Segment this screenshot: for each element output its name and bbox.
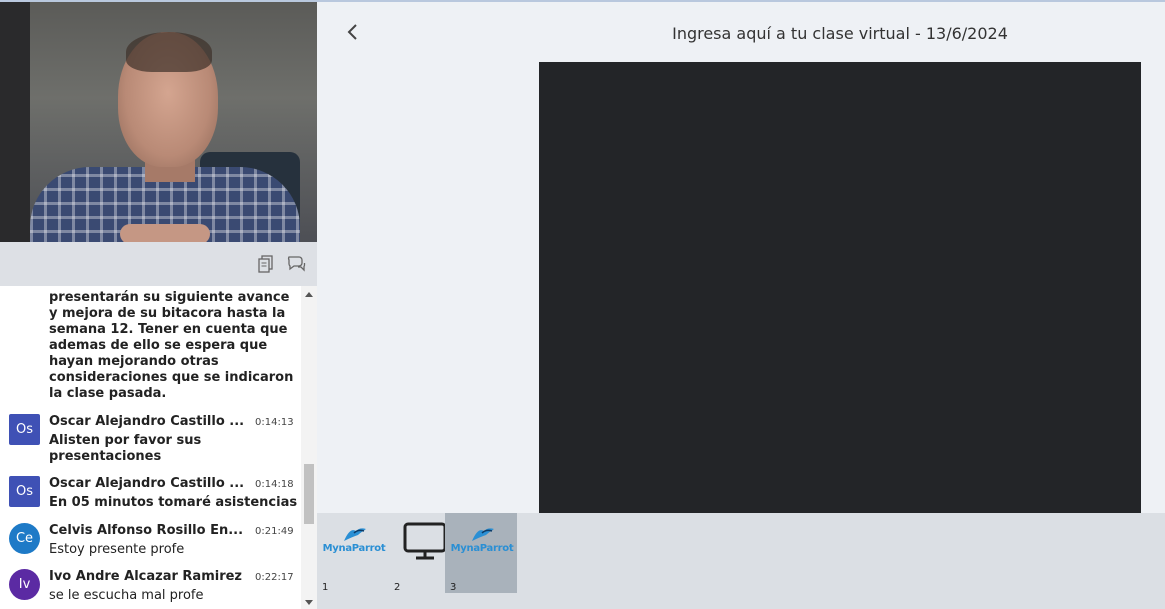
scroll-down-icon[interactable]: [305, 600, 313, 605]
slide-number: 2: [394, 582, 401, 593]
avatar: Ce: [9, 523, 40, 554]
chat-timestamp: 0:22:17: [255, 572, 294, 583]
chat-timestamp: 0:21:49: [255, 526, 294, 537]
slide-thumbnails: MynaParrot 1 2 MynaParrot 3: [317, 513, 1165, 609]
scrollbar-thumb[interactable]: [304, 464, 314, 524]
chat-timestamp: 0:14:18: [255, 479, 294, 490]
copy-icon[interactable]: [256, 254, 276, 274]
chat-scrollbar[interactable]: [301, 286, 317, 609]
chat-panel: presentarán su siguiente avance y mejora…: [0, 286, 317, 609]
chat-sender-name: Oscar Alejandro Castillo ...: [49, 476, 245, 491]
chat-timestamp: 0:14:13: [255, 417, 294, 428]
chat-bubbles-icon[interactable]: [286, 254, 306, 274]
page-title: Ingresa aquí a tu clase virtual - 13/6/2…: [672, 24, 1008, 43]
chevron-left-icon[interactable]: [345, 22, 361, 42]
webcam-toolbar: [0, 242, 317, 286]
chat-message-text: presentarán su siguiente avance y mejora…: [49, 290, 294, 401]
avatar: Iv: [9, 569, 40, 600]
chat-message-text: se le escucha mal profe: [49, 588, 204, 603]
slide-thumbnail-3[interactable]: MynaParrot 3: [445, 513, 517, 593]
avatar: Os: [9, 476, 40, 507]
mynaparrot-logo: MynaParrot: [448, 525, 516, 559]
chat-message-text: Alisten por favor sus presentaciones: [49, 433, 202, 464]
chat-message-text: En 05 minutos tomaré asistencias: [49, 495, 298, 510]
webcam-feed: [0, 2, 317, 242]
slide-number: 1: [322, 582, 329, 593]
left-panel: presentarán su siguiente avance y mejora…: [0, 2, 317, 609]
chat-message-text: Estoy presente profe: [49, 542, 185, 557]
chat-sender-name: Celvis Alfonso Rosillo En...: [49, 523, 244, 538]
slide-thumbnail-1[interactable]: MynaParrot 1: [317, 513, 389, 593]
scroll-up-icon[interactable]: [305, 292, 313, 297]
presentation-view: [539, 62, 1141, 513]
chat-sender-name: Ivo Andre Alcazar Ramirez: [49, 569, 242, 584]
monitor-icon: [403, 522, 447, 560]
chat-sender-name: Oscar Alejandro Castillo ...: [49, 414, 245, 429]
avatar: Os: [9, 414, 40, 445]
slide-number: 3: [450, 582, 457, 593]
mynaparrot-logo: MynaParrot: [320, 525, 388, 559]
